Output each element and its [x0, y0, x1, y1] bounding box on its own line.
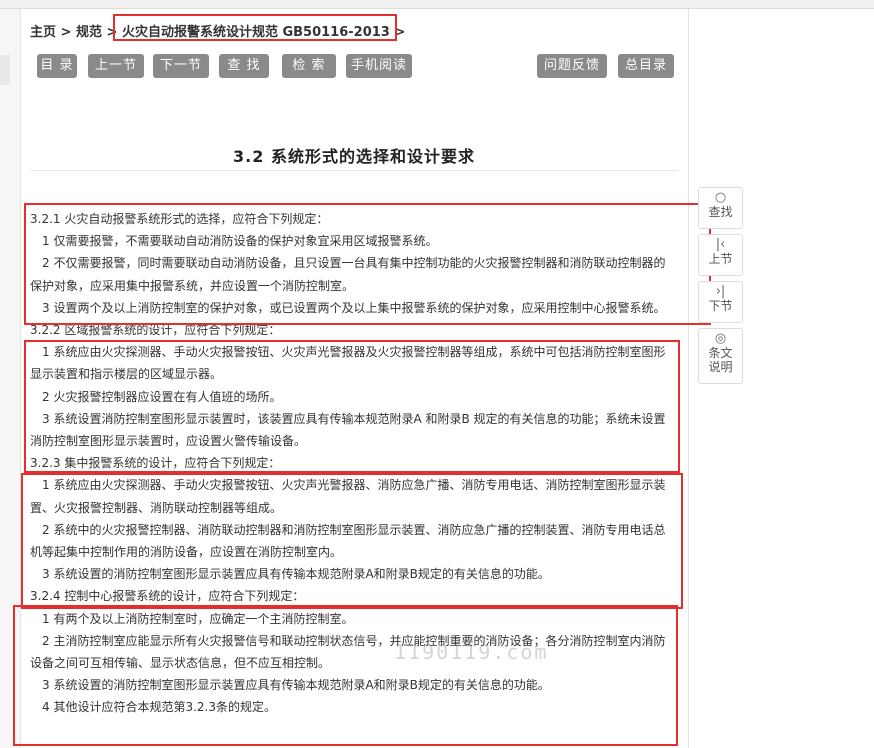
breadcrumb-home-link[interactable]: 主页 — [30, 21, 56, 40]
clause-item: 2 系统中的火灾报警控制器、消防联动控制器和消防控制室图形显示装置、消防应急广播… — [30, 522, 666, 560]
breadcrumb-separator: > — [56, 25, 76, 40]
title-divider — [30, 170, 678, 171]
left-sidebar-edge — [0, 9, 21, 748]
breadcrumb-separator: > — [389, 25, 406, 40]
main-index-button[interactable]: 总目录 — [618, 54, 674, 78]
skip-forward-icon: ›| — [715, 284, 726, 299]
clause-content: 3.2.1 火灾自动报警系统形式的选择，应符合下列规定： 1 仅需要报警，不需要… — [30, 208, 672, 719]
breadcrumb: 主页 > 规范 > 火灾自动报警系统设计规范 GB50116-2013 > — [30, 21, 405, 40]
side-next-button[interactable]: ›| 下节 — [698, 281, 743, 323]
skip-back-icon: |‹ — [715, 237, 726, 252]
clause-item: 1 系统应由火灾探测器、手动火灾报警按钮、火灾声光警报器及火灾报警控制器等组成，… — [30, 345, 666, 382]
find-button[interactable]: 查 找 — [219, 54, 269, 78]
clause-item: 3 系统设置的消防控制室图形显示装置应具有传输本规范附录A和附录B规定的有关信息… — [42, 567, 550, 582]
clause-item: 3 系统设置消防控制室图形显示装置时，该装置应具有传输本规范附录A 和附录B 规… — [30, 411, 666, 449]
side-find-label: 查找 — [708, 205, 733, 219]
breadcrumb-separator: > — [101, 25, 122, 40]
clause-item: 2 不仅需要报警，同时需要联动自动消防设备，且只设置一台具有集中控制功能的火灾报… — [30, 256, 666, 293]
watermark: 1190119.com — [394, 640, 549, 664]
side-prev-button[interactable]: |‹ 上节 — [698, 234, 743, 276]
clause-item: 1 有两个及以上消防控制室时，应确定一个主消防控制室。 — [42, 611, 354, 626]
search-button[interactable]: 检 索 — [282, 54, 336, 78]
breadcrumb-current-link[interactable]: 火灾自动报警系统设计规范 GB50116-2013 — [122, 21, 390, 40]
prev-section-button[interactable]: 上一节 — [88, 54, 144, 78]
eye-icon: ◎ — [714, 331, 727, 346]
side-notes-label-line1: 条文 — [708, 346, 733, 360]
browser-bookmarks-strip — [0, 0, 874, 9]
clause-item: 1 系统应由火灾探测器、手动火灾报警按钮、火灾声光警报器、消防应急广播、消防专用… — [30, 478, 666, 515]
side-find-button[interactable]: ○ 查找 — [698, 187, 743, 229]
next-section-button[interactable]: 下一节 — [153, 54, 209, 78]
clause-heading: 3.2.1 火灾自动报警系统形式的选择，应符合下列规定： — [30, 212, 329, 226]
breadcrumb-category-link[interactable]: 规范 — [76, 21, 102, 40]
section-title: 3.2 系统形式的选择和设计要求 — [233, 147, 475, 166]
side-notes-label-line2: 说明 — [708, 360, 733, 374]
clause-item: 2 火灾报警控制器应设置在有人值班的场所。 — [42, 389, 282, 404]
content-right-divider — [688, 9, 689, 748]
clause-item: 1 仅需要报警，不需要联动自动消防设备的保护对象宜采用区域报警系统。 — [42, 234, 438, 249]
clause-item: 3 系统设置的消防控制室图形显示装置应具有传输本规范附录A和附录B规定的有关信息… — [42, 678, 550, 693]
toolbar: 目 录 上一节 下一节 查 找 检 索 手机阅读 问题反馈 总目录 — [37, 54, 677, 78]
clause-item: 2 主消防控制室应能显示所有火灾报警信号和联动控制状态信号，并应能控制重要的消防… — [30, 633, 666, 671]
search-icon: ○ — [714, 190, 727, 205]
left-sidebar-tab[interactable] — [0, 55, 10, 85]
side-notes-button[interactable]: ◎ 条文 说明 — [698, 328, 743, 384]
side-next-label: 下节 — [708, 299, 733, 313]
contents-button[interactable]: 目 录 — [37, 54, 77, 78]
clause-item: 3 设置两个及以上消防控制室的保护对象，或已设置两个及以上集中报警系统的保护对象… — [42, 300, 666, 315]
clause-heading: 3.2.2 区域报警系统的设计，应符合下列规定： — [30, 323, 281, 338]
clause-heading: 3.2.3 集中报警系统的设计，应符合下列规定： — [30, 456, 281, 471]
side-prev-label: 上节 — [708, 252, 733, 266]
feedback-button[interactable]: 问题反馈 — [537, 54, 607, 78]
mobile-reading-button[interactable]: 手机阅读 — [346, 54, 412, 78]
clause-heading: 3.2.4 控制中心报警系统的设计，应符合下列规定： — [30, 589, 305, 604]
clause-item: 4 其他设计应符合本规范第3.2.3条的规定。 — [42, 700, 276, 715]
